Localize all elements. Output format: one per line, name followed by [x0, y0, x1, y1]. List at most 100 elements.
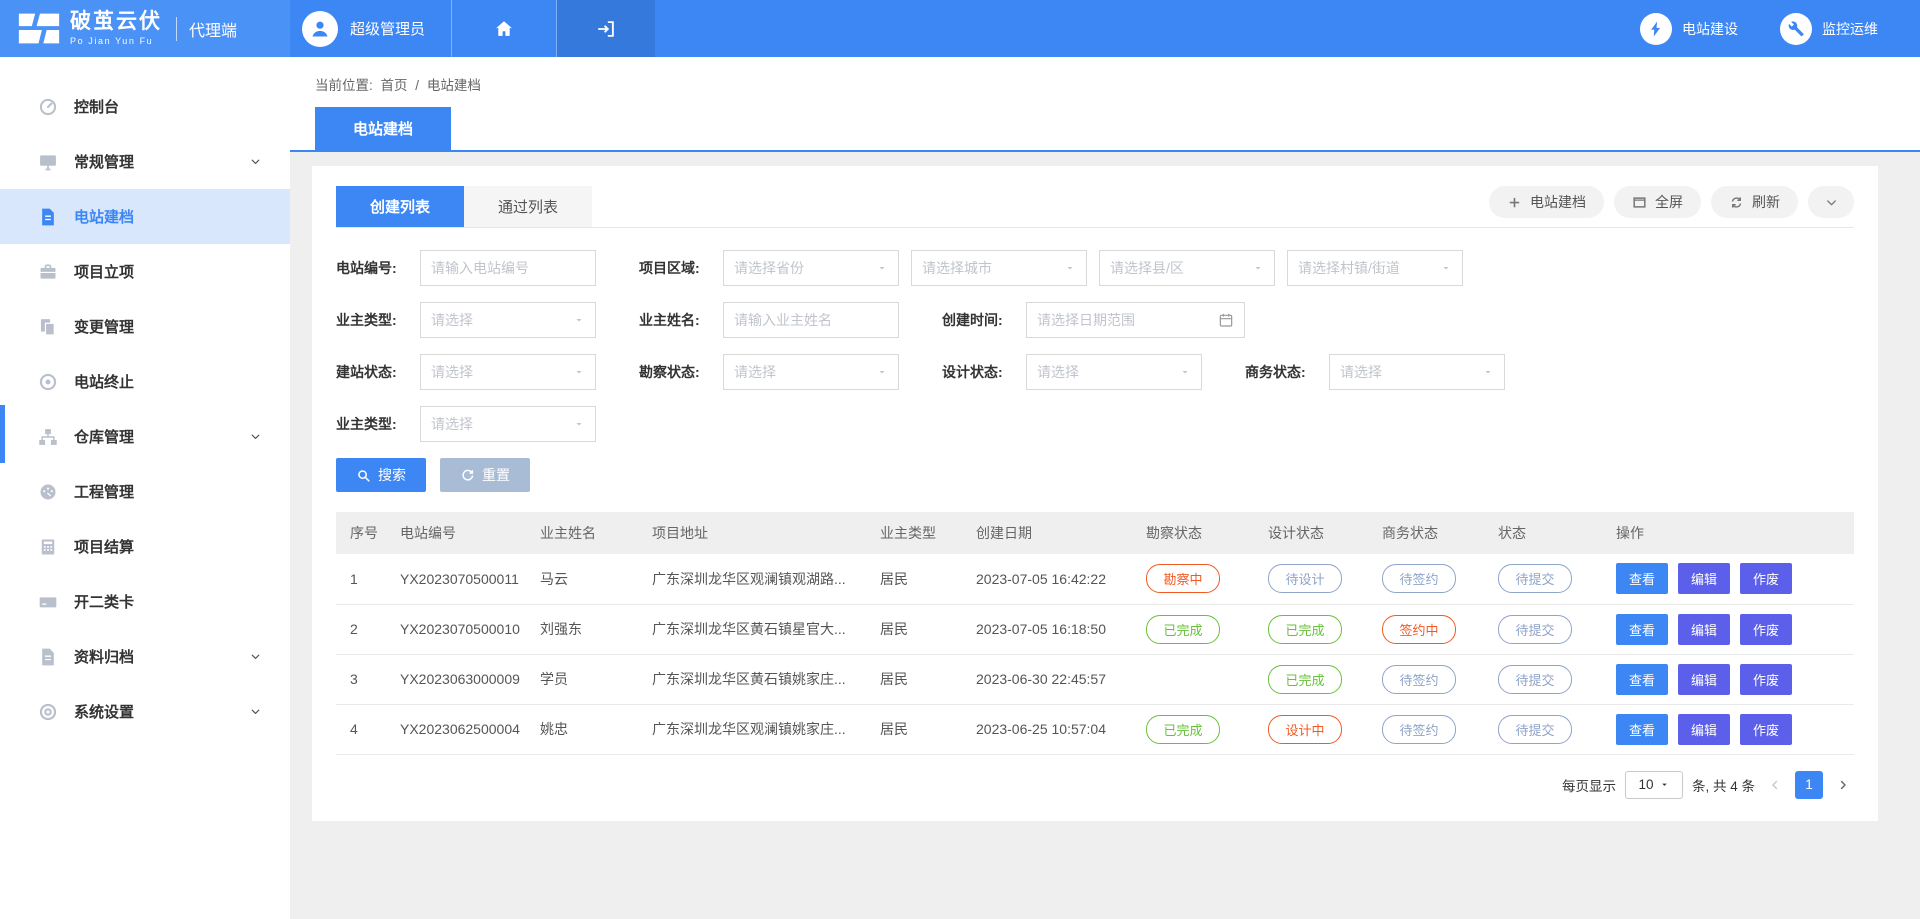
status-cell: 签约中 — [1372, 604, 1488, 654]
user-menu[interactable]: 超级管理员 — [290, 0, 451, 57]
sidebar-item-project-setup[interactable]: 项目立项 — [0, 244, 290, 299]
sidebar-item-change-mgmt[interactable]: 变更管理 — [0, 299, 290, 354]
owner-type-cell: 居民 — [870, 554, 966, 604]
tabs-row: 创建列表通过列表 电站建档 全屏刷新 — [336, 186, 1854, 228]
content: 创建列表通过列表电站建档全屏刷新 电站编号:项目区域:请选择省份请选择城市请选择… — [290, 152, 1920, 845]
filter-select-business-status[interactable]: 请选择 — [1329, 354, 1505, 390]
status-cell: 待设计 — [1258, 554, 1372, 604]
dashboard-icon — [38, 97, 58, 117]
sidebar-item-second-class-card[interactable]: 开二类卡 — [0, 574, 290, 629]
nav-monitor-ops[interactable]: 监控运维 — [1780, 13, 1878, 45]
filter-select-town[interactable]: 请选择村镇/街道 — [1287, 250, 1463, 286]
main-area: 当前位置: 首页 / 电站建档 电站建档 创建列表通过列表电站建档全屏刷新 电站… — [290, 0, 1920, 845]
filter-input-station-no[interactable] — [420, 250, 596, 286]
column-header: 设计状态 — [1258, 512, 1372, 554]
filter-select-owner-type-2[interactable]: 请选择 — [420, 406, 596, 442]
row-view-button[interactable]: 查看 — [1616, 664, 1668, 695]
filter-label: 项目区域: — [639, 258, 723, 278]
filter-select-survey-status[interactable]: 请选择 — [723, 354, 899, 390]
filter-label: 业主姓名: — [639, 310, 723, 330]
prev-page-button[interactable] — [1764, 771, 1786, 799]
logo[interactable]: 破茧云伏 Po Jian Yun Fu 代理端 — [0, 0, 290, 57]
row-void-button[interactable]: 作废 — [1740, 614, 1792, 645]
sidebar-item-general-mgmt[interactable]: 常规管理 — [0, 134, 290, 189]
row-view-button[interactable]: 查看 — [1616, 714, 1668, 745]
toolbar-refresh-button[interactable]: 刷新 — [1711, 186, 1798, 218]
chevron-down-icon — [249, 155, 262, 168]
filter-survey-status: 勘察状态:请选择 — [639, 354, 942, 390]
home-icon — [493, 18, 515, 40]
per-page-select[interactable]: 10 — [1625, 771, 1683, 799]
status-cell: 已完成 — [1136, 704, 1258, 754]
person-icon — [308, 17, 332, 41]
sidebar-item-data-archive[interactable]: 资料归档 — [0, 629, 290, 684]
page-tab[interactable]: 电站建档 — [315, 107, 451, 150]
sidebar-item-console[interactable]: 控制台 — [0, 79, 290, 134]
search-button[interactable]: 搜索 — [336, 458, 426, 492]
station-no-cell: YX2023063000009 — [390, 654, 530, 704]
next-page-button[interactable] — [1832, 771, 1854, 799]
reset-button[interactable]: 重置 — [440, 458, 530, 492]
briefcase-icon — [38, 262, 58, 282]
filter-select-build-status[interactable]: 请选择 — [420, 354, 596, 390]
row-edit-button[interactable]: 编辑 — [1678, 664, 1730, 695]
filter-select-owner-type[interactable]: 请选择 — [420, 302, 596, 338]
row-view-button[interactable]: 查看 — [1616, 614, 1668, 645]
toolbar-add-station-button[interactable]: 电站建档 — [1489, 186, 1604, 218]
filter-label: 设计状态: — [942, 362, 1026, 382]
status-cell: 设计中 — [1258, 704, 1372, 754]
created-at-cell: 2023-07-05 16:18:50 — [966, 604, 1136, 654]
caret-down-icon — [1179, 366, 1191, 378]
owner-name-cell: 姚忠 — [530, 704, 642, 754]
sidebar-item-label: 资料归档 — [74, 646, 134, 667]
placeholder: 请选择 — [431, 310, 473, 330]
per-page-value: 10 — [1638, 777, 1653, 792]
sidebar-scroll-indicator[interactable] — [0, 405, 5, 463]
row-edit-button[interactable]: 编辑 — [1678, 614, 1730, 645]
logout-button[interactable] — [557, 0, 655, 57]
filter-select-design-status[interactable]: 请选择 — [1026, 354, 1202, 390]
filter-select-province[interactable]: 请选择省份 — [723, 250, 899, 286]
placeholder: 请选择县/区 — [1110, 258, 1184, 278]
sidebar-item-station-archive[interactable]: 电站建档 — [0, 189, 290, 244]
chevron-down-icon — [249, 650, 262, 663]
calculator-icon — [38, 537, 58, 557]
ops-cell: 查看编辑作废 — [1606, 554, 1854, 604]
sidebar-item-warehouse-mgmt[interactable]: 仓库管理 — [0, 409, 290, 464]
filter-row: 业主类型:请选择 — [336, 406, 1854, 442]
row-void-button[interactable]: 作废 — [1740, 664, 1792, 695]
plus-icon — [1507, 195, 1522, 210]
sidebar-item-label: 项目立项 — [74, 261, 134, 282]
status-cell: 待签约 — [1372, 554, 1488, 604]
tab-pass-list[interactable]: 通过列表 — [464, 186, 592, 227]
breadcrumb-home[interactable]: 首页 — [381, 78, 408, 93]
region-selects: 请选择省份请选择城市 请选择县/区 请选择村镇/街道 — [723, 250, 1475, 286]
row-void-button[interactable]: 作废 — [1740, 714, 1792, 745]
toolbar-collapse-button[interactable] — [1808, 186, 1854, 218]
filter-select-district[interactable]: 请选择县/区 — [1099, 250, 1275, 286]
filter-select-city[interactable]: 请选择城市 — [911, 250, 1087, 286]
toolbar-fullscreen-button[interactable]: 全屏 — [1614, 186, 1701, 218]
sidebar-item-engineering-mgmt[interactable]: 工程管理 — [0, 464, 290, 519]
reset-label: 重置 — [482, 465, 510, 485]
row-edit-button[interactable]: 编辑 — [1678, 563, 1730, 594]
filter-date-create-time[interactable]: 请选择日期范围 — [1026, 302, 1245, 338]
tab-create-list[interactable]: 创建列表 — [336, 186, 464, 227]
filter-input-owner-name[interactable] — [723, 302, 899, 338]
row-void-button[interactable]: 作废 — [1740, 563, 1792, 594]
owner-type-cell: 居民 — [870, 654, 966, 704]
nav-station-build[interactable]: 电站建设 — [1640, 13, 1738, 45]
row-view-button[interactable]: 查看 — [1616, 563, 1668, 594]
seq-cell: 4 — [336, 704, 390, 754]
sidebar-menu: 控制台常规管理电站建档项目立项变更管理电站终止仓库管理工程管理项目结算开二类卡资… — [0, 57, 290, 739]
status-badge: 待提交 — [1498, 715, 1572, 744]
sidebar-item-station-terminate[interactable]: 电站终止 — [0, 354, 290, 409]
sidebar-item-project-settlement[interactable]: 项目结算 — [0, 519, 290, 574]
page-header-strip: 当前位置: 首页 / 电站建档 电站建档 — [290, 57, 1920, 152]
row-edit-button[interactable]: 编辑 — [1678, 714, 1730, 745]
home-button[interactable] — [452, 0, 556, 57]
target-icon — [38, 372, 58, 392]
sidebar-item-system-settings[interactable]: 系统设置 — [0, 684, 290, 739]
page-1-button[interactable]: 1 — [1795, 771, 1823, 799]
toolbar-label: 电站建档 — [1530, 192, 1586, 212]
